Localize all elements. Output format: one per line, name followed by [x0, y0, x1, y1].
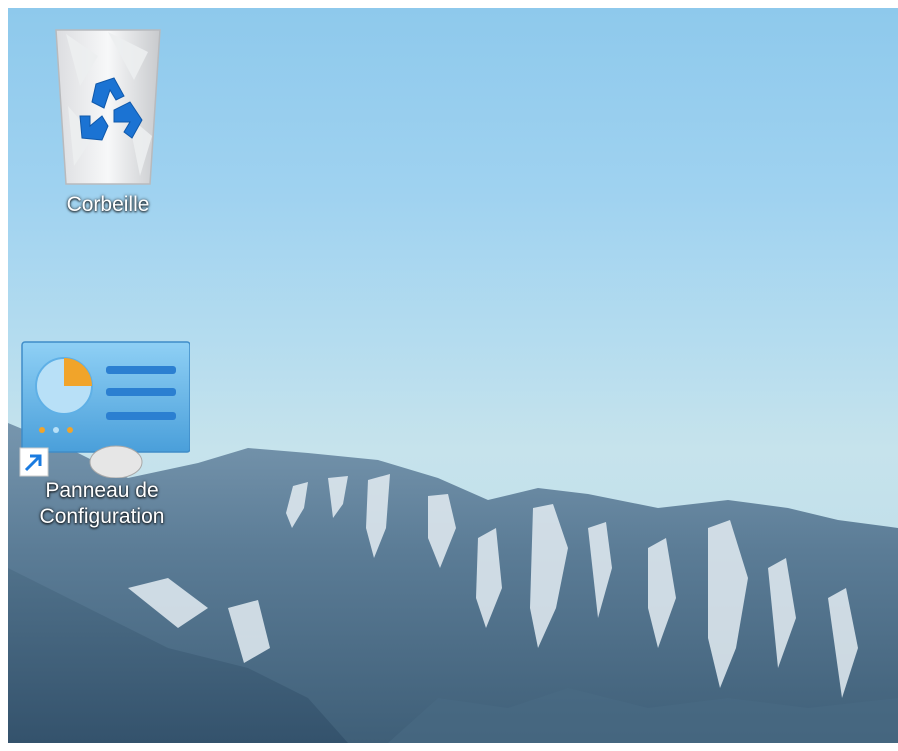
recycle-bin-icon [55, 29, 161, 185]
control-panel-icon [19, 341, 191, 479]
recycle-bin-label: Corbeille [66, 193, 150, 216]
control-panel-label: Panneau de Configuration [39, 479, 165, 528]
desktop-icon-control-panel[interactable]: Panneau de Configuration [14, 338, 191, 530]
desktop[interactable]: Corbeille Panneau de Configuration [8, 8, 898, 743]
desktop-icon-recycle-bin[interactable]: Corbeille [20, 16, 196, 218]
